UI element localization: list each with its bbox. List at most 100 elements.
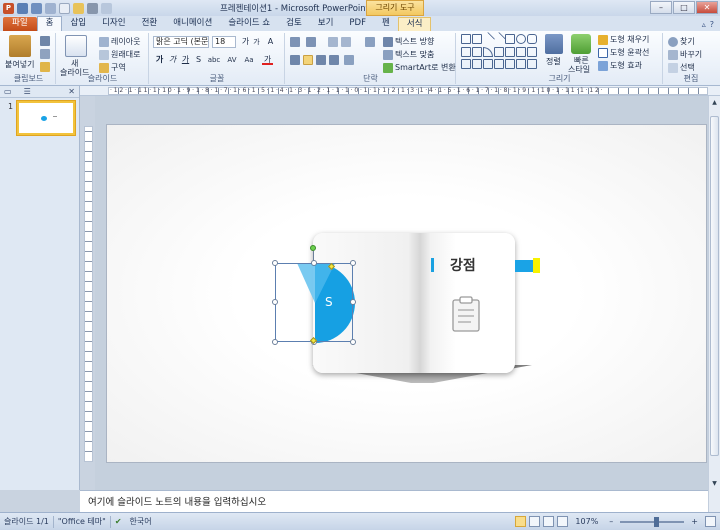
section-button[interactable]: 구역 [99, 62, 126, 73]
shape-arrow-icon[interactable] [491, 31, 507, 47]
shape-rect-icon[interactable] [505, 34, 515, 44]
underline-button[interactable]: 가 [180, 55, 191, 65]
numbering-icon[interactable] [306, 37, 316, 47]
zoom-slider-thumb[interactable] [654, 516, 660, 527]
tab-pdf[interactable]: PDF [341, 17, 374, 31]
shape-tri-icon[interactable] [461, 46, 471, 57]
tab-file[interactable]: 파일 [3, 17, 37, 31]
font-name-select[interactable]: 맑은 고딕 (본문) [153, 36, 209, 48]
shape-freeform-icon[interactable] [505, 59, 515, 70]
shape-more-icon[interactable] [527, 46, 537, 57]
scrollbar-thumb[interactable] [710, 116, 719, 456]
help-icon[interactable]: ? [710, 20, 714, 29]
clear-format-button[interactable]: A [265, 37, 276, 47]
paste-button[interactable]: 붙여넣기 [5, 59, 34, 70]
align-right-icon[interactable] [316, 55, 326, 65]
vertical-scrollbar[interactable]: ▲ ▼ [708, 96, 720, 490]
shape-rounded-icon[interactable] [527, 34, 537, 44]
tab-view[interactable]: 보기 [310, 17, 342, 31]
reset-button[interactable]: 원래대로 [99, 49, 140, 60]
align-center-icon[interactable] [303, 55, 313, 65]
tab-design[interactable]: 디자인 [94, 17, 133, 31]
normal-view-icon[interactable] [515, 516, 527, 527]
slideshow-view-icon[interactable] [557, 516, 569, 527]
tab-pen[interactable]: 펜 [374, 17, 398, 31]
font-color-button[interactable]: 가 [262, 55, 273, 65]
font-size-select[interactable]: 18 [212, 36, 236, 48]
arrange-button[interactable]: 정렬 [546, 56, 561, 67]
shape-arrow-right-icon[interactable] [494, 46, 504, 57]
slide-title[interactable]: 강점 [450, 255, 476, 275]
notes-pane[interactable]: 여기에 슬라이드 노트의 내용을 입력하십시오 [80, 490, 720, 512]
shape-brace-icon[interactable] [461, 59, 471, 70]
columns-icon[interactable] [344, 55, 354, 65]
new-file-icon[interactable] [59, 2, 70, 14]
language-indicator[interactable]: 한국어 [126, 516, 156, 527]
resize-handle-nw[interactable] [272, 260, 278, 266]
shape-callout-icon[interactable] [472, 59, 482, 70]
vertical-ruler[interactable] [84, 126, 93, 462]
minimize-ribbon-icon[interactable]: ▵ [702, 20, 706, 29]
increase-indent-icon[interactable] [341, 37, 351, 47]
shape-scribble-icon[interactable] [494, 59, 504, 70]
powerpoint-logo-icon[interactable]: P [3, 2, 14, 14]
zoom-out-button[interactable]: – [605, 517, 617, 526]
tab-animations[interactable]: 애니메이션 [165, 17, 220, 31]
char-spacing-button[interactable]: AV [225, 55, 239, 65]
decrease-indent-icon[interactable] [328, 37, 338, 47]
customize-qat-icon[interactable] [101, 2, 112, 14]
shape-elbow-icon[interactable] [472, 46, 482, 57]
shapes-gallery[interactable] [461, 31, 541, 70]
close-panel-icon[interactable]: ✕ [68, 87, 75, 96]
print-icon[interactable] [87, 2, 98, 14]
shape-flow-icon[interactable] [527, 59, 537, 70]
scroll-down-icon[interactable]: ▼ [710, 479, 719, 488]
reading-view-icon[interactable] [543, 516, 555, 527]
replace-button[interactable]: 바꾸기 [668, 49, 702, 60]
grow-font-button[interactable]: 가 [240, 37, 251, 47]
shape-curve-icon[interactable] [483, 46, 493, 57]
resize-handle-sw[interactable] [272, 339, 278, 345]
selection-box[interactable] [275, 263, 353, 342]
zoom-in-button[interactable]: + [687, 517, 702, 526]
new-slide-icon[interactable] [65, 35, 87, 57]
shape-bracket-icon[interactable] [516, 59, 526, 70]
quick-styles-button-2[interactable]: 스타일 [568, 64, 590, 75]
slide-sorter-icon[interactable] [529, 516, 541, 527]
shape-fill-button[interactable]: 도형 채우기 [598, 34, 649, 45]
quick-styles-icon[interactable] [571, 34, 591, 54]
bold-button[interactable]: 가 [154, 55, 165, 65]
format-painter-icon[interactable] [40, 62, 50, 72]
change-case-button[interactable]: Aa [242, 55, 256, 65]
slide[interactable]: 강점 S [107, 125, 706, 462]
undo-icon[interactable] [31, 2, 42, 14]
resize-handle-w[interactable] [272, 299, 278, 305]
fit-slide-icon[interactable] [705, 516, 716, 527]
shape-arrow-left-icon[interactable] [505, 46, 515, 57]
spellcheck-icon[interactable]: ✔ [111, 517, 126, 526]
shape-outline-button[interactable]: 도형 윤곽선 [598, 47, 649, 58]
shape-star-icon[interactable] [516, 46, 526, 57]
shrink-font-button[interactable]: 가 [251, 37, 262, 47]
select-button[interactable]: 선택 [668, 62, 695, 73]
slide-canvas[interactable]: 강점 S [95, 96, 720, 490]
shape-oval-icon[interactable] [516, 34, 526, 44]
theme-name[interactable]: "Office 테마" [54, 516, 110, 527]
save-icon[interactable] [17, 2, 28, 14]
tab-transitions[interactable]: 전환 [134, 17, 166, 31]
open-icon[interactable] [73, 2, 84, 14]
bullets-icon[interactable] [290, 37, 300, 47]
cut-icon[interactable] [40, 36, 50, 46]
italic-button[interactable]: 가 [167, 55, 178, 65]
tab-review[interactable]: 검토 [278, 17, 310, 31]
strikethrough-button[interactable]: S [193, 55, 204, 65]
scroll-up-icon[interactable]: ▲ [710, 98, 719, 107]
arrange-icon[interactable] [545, 34, 563, 54]
smartart-button[interactable]: SmartArt로 변환 [383, 62, 456, 73]
zoom-level[interactable]: 107% [571, 517, 602, 526]
shadow-button[interactable]: abc [206, 55, 222, 65]
layout-button[interactable]: 레이아웃 [99, 36, 140, 47]
tab-insert[interactable]: 삽입 [62, 17, 94, 31]
resize-handle-se[interactable] [350, 339, 356, 345]
line-spacing-icon[interactable] [365, 37, 375, 47]
